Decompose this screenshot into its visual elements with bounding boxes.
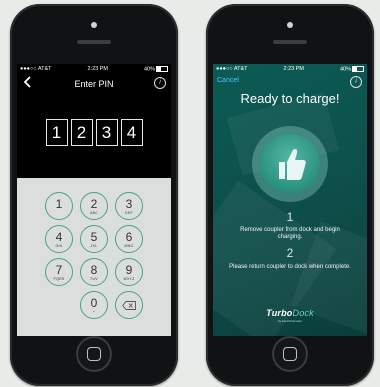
logo-tagline: by AeroVironment xyxy=(278,319,302,323)
keypad-key-3[interactable]: 3 DEF xyxy=(115,192,143,220)
home-button[interactable] xyxy=(272,336,308,372)
home-button[interactable] xyxy=(76,336,112,372)
logo-brand-a: Turbo xyxy=(266,308,293,318)
step-1-number: 1 xyxy=(286,210,294,224)
pin-digit-box: 2 xyxy=(70,119,93,146)
battery-icon xyxy=(155,65,168,72)
keypad-key-2[interactable]: 2 ABC xyxy=(80,192,108,220)
phone-frame-right: ●●●○○ AT&T 2:23 PM 40% Cancel i Ready to… xyxy=(206,4,374,386)
camera-dot xyxy=(287,22,293,28)
key-letters: + xyxy=(92,310,96,314)
thumbs-up-badge xyxy=(252,126,328,202)
key-digit: 0 xyxy=(90,296,98,310)
numeric-keypad: 1 2 ABC 3 DEF 4 GHI 5 JKL 6 MNO 7 PQRS 8 TUV 9W… xyxy=(17,178,171,336)
battery-percent: 40% xyxy=(339,66,351,73)
key-letters: GHI xyxy=(55,244,63,248)
carrier-signal: ●●●○○ AT&T xyxy=(216,66,248,72)
info-icon[interactable]: i xyxy=(154,77,166,89)
key-letters: PQRS xyxy=(53,277,65,281)
thumbs-up-icon xyxy=(260,134,320,194)
status-bar: ●●●○○ AT&T 2:23 PM 40% xyxy=(17,64,171,74)
page-title: Enter PIN xyxy=(74,79,114,89)
turbodock-logo: TurboDock by AeroVironment xyxy=(213,308,367,323)
info-icon[interactable]: i xyxy=(350,76,362,88)
key-digit: 4 xyxy=(55,230,63,244)
phone-frame-left: ●●●○○ AT&T 2:23 PM 40% Enter PIN i 1 2 3… xyxy=(10,4,178,386)
key-digit: 3 xyxy=(125,197,133,211)
nav-bar: Enter PIN i xyxy=(17,74,171,96)
key-digit: 8 xyxy=(90,263,98,277)
status-time: 2:23 PM xyxy=(87,66,108,72)
battery-indicator: 40% xyxy=(143,65,168,73)
keypad-key-7[interactable]: 7 PQRS xyxy=(45,258,73,286)
status-time: 2:23 PM xyxy=(283,66,304,72)
keypad-key-6[interactable]: 6 MNO xyxy=(115,225,143,253)
keypad-key-0[interactable]: 0 + xyxy=(80,291,108,319)
keypad-key-8[interactable]: 8 TUV xyxy=(80,258,108,286)
keypad-key-5[interactable]: 5 JKL xyxy=(80,225,108,253)
backspace-icon[interactable] xyxy=(115,291,143,319)
keypad-key-1[interactable]: 1 xyxy=(45,192,73,220)
keypad-key-9[interactable]: 9 WXYZ xyxy=(115,258,143,286)
carrier-signal: ●●●○○ AT&T xyxy=(20,66,52,72)
key-digit: 1 xyxy=(55,197,63,211)
battery-indicator: 40% xyxy=(339,65,364,73)
key-digit: 7 xyxy=(55,263,63,277)
key-letters: WXYZ xyxy=(123,277,135,281)
enter-pin-screen: ●●●○○ AT&T 2:23 PM 40% Enter PIN i 1 2 3… xyxy=(17,64,171,336)
cancel-button[interactable]: Cancel xyxy=(217,77,239,84)
pin-digit-box: 4 xyxy=(120,119,143,146)
key-letters: TUV xyxy=(90,277,98,281)
camera-dot xyxy=(91,22,97,28)
page-title: Ready to charge! xyxy=(240,91,340,106)
key-letters: MNO xyxy=(124,244,134,248)
battery-icon xyxy=(351,65,364,72)
key-digit: 5 xyxy=(90,230,98,244)
key-letters: JKL xyxy=(90,244,98,248)
logo-brand-b: Dock xyxy=(292,308,314,318)
pin-digit-box: 1 xyxy=(45,119,68,146)
battery-percent: 40% xyxy=(143,66,155,73)
key-digit: 9 xyxy=(125,263,133,277)
step-1-text: Remove coupler from dock and begin charg… xyxy=(240,227,340,240)
status-bar: ●●●○○ AT&T 2:23 PM 40% xyxy=(213,64,367,74)
key-digit: 6 xyxy=(125,230,133,244)
key-letters: DEF xyxy=(125,211,133,215)
ready-to-charge-screen: ●●●○○ AT&T 2:23 PM 40% Cancel i Ready to… xyxy=(213,64,367,336)
step-2-number: 2 xyxy=(286,246,294,260)
key-letters: ABC xyxy=(89,211,99,215)
pin-digit-box: 3 xyxy=(95,119,118,146)
step-2-text: Please return coupler to dock when compl… xyxy=(229,264,351,270)
key-digit: 2 xyxy=(90,197,98,211)
speaker-grille xyxy=(77,40,111,44)
pin-entry-boxes: 1 2 3 4 xyxy=(17,119,171,146)
speaker-grille xyxy=(273,40,307,44)
keypad-key-4[interactable]: 4 GHI xyxy=(45,225,73,253)
